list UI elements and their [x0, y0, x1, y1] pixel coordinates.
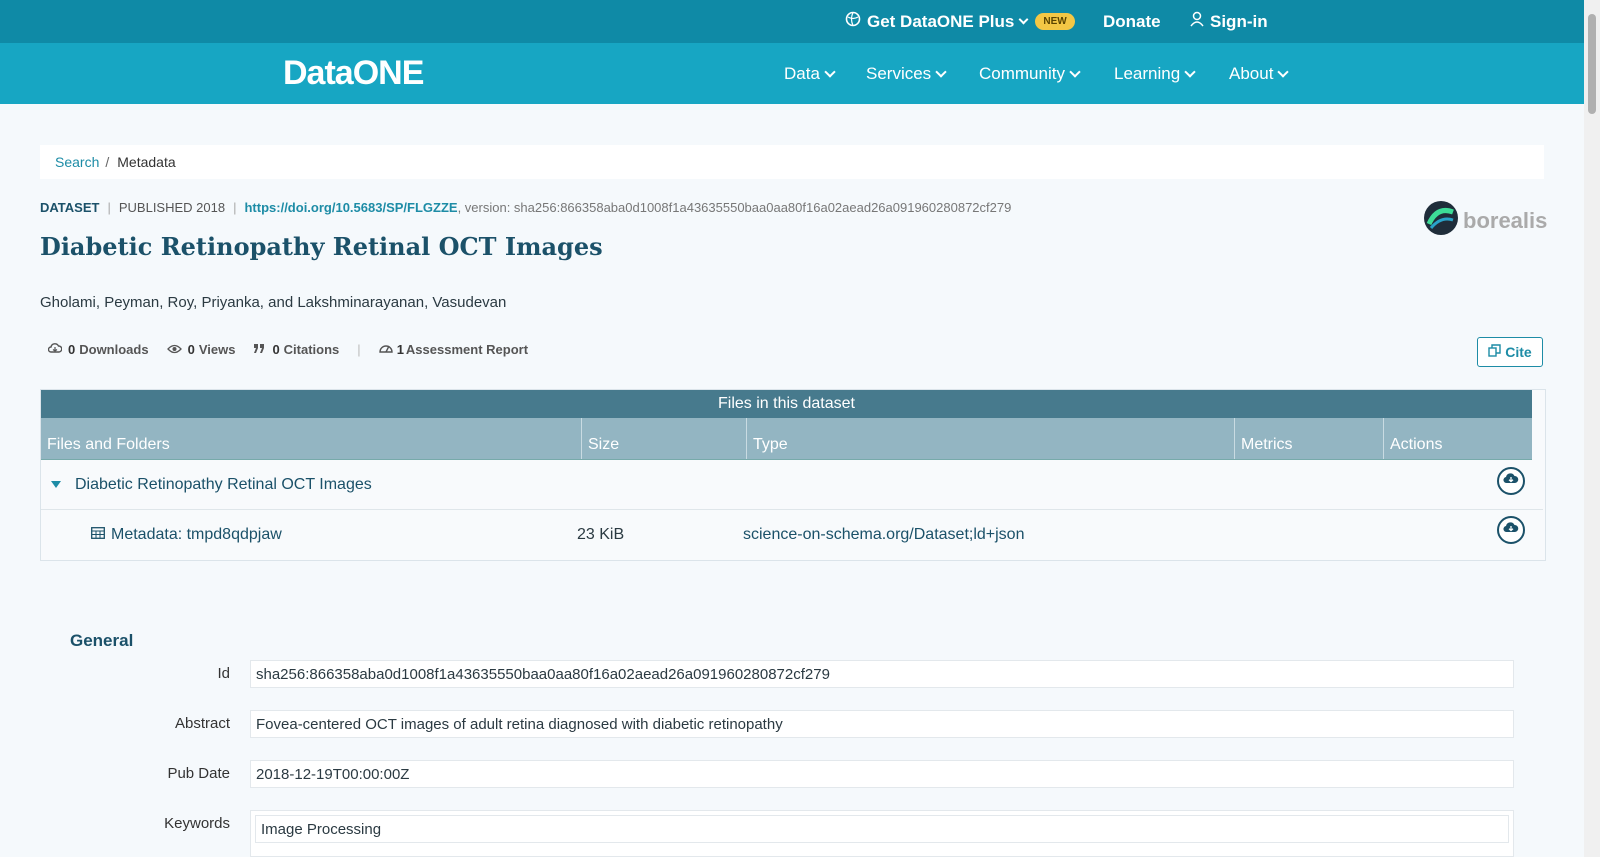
top-utility-bar: Get DataONE Plus NEW Donate Sign-in	[0, 0, 1584, 43]
general-section-heading: General	[70, 631, 134, 650]
citations-metric[interactable]: 0 Citations	[253, 342, 339, 357]
nav-community[interactable]: Community	[979, 43, 1081, 104]
citations-label: Citations	[283, 342, 340, 357]
citations-count: 0	[272, 342, 280, 357]
views-label: Views	[198, 342, 236, 357]
repository-logo-text: borealis	[1463, 208, 1548, 233]
nav-community-label: Community	[979, 63, 1065, 83]
doi-link[interactable]: https://doi.org/10.5683/SP/FLGZZE	[244, 200, 457, 215]
field-label-abstract: Abstract	[174, 715, 230, 732]
page-scrollbar[interactable]	[1584, 0, 1600, 857]
nav-about-label: About	[1229, 63, 1274, 83]
field-value-id: sha256:866358aba0d1008f1a43635550baa0aa8…	[250, 660, 1514, 688]
globe-plus-icon	[845, 11, 861, 32]
cloud-download-icon	[1503, 521, 1519, 539]
dataset-title: Diabetic Retinopathy Retinal OCT Images	[40, 232, 603, 261]
field-value-keywords: Image Processing	[250, 810, 1514, 857]
donate-link[interactable]: Donate	[1103, 0, 1161, 43]
dataone-logo[interactable]: DataONE	[283, 53, 424, 93]
main-navbar: DataONE Data Services Community Learning…	[0, 43, 1584, 104]
files-table-caption: Files in this dataset	[41, 390, 1532, 418]
copy-icon	[1488, 344, 1501, 360]
breadcrumb-search-link[interactable]: Search	[55, 154, 99, 170]
repository-logo[interactable]: borealis	[1423, 200, 1547, 242]
published-label: PUBLISHED 2018	[118, 200, 226, 215]
file-row[interactable]: Metadata: tmpd8qdpjaw 23 KiB science-on-…	[41, 510, 1543, 559]
file-size: 23 KiB	[577, 525, 625, 543]
views-metric[interactable]: 0 Views	[166, 342, 236, 357]
nav-learning-label: Learning	[1114, 63, 1181, 83]
dataset-metrics: 0 Downloads 0 Views 0 Citations | 1 Asse…	[47, 342, 546, 357]
version-text: , version: sha256:866358aba0d1008f1a4363…	[457, 200, 1012, 215]
views-count: 0	[187, 342, 195, 357]
field-label-pubdate: Pub Date	[167, 765, 230, 782]
download-folder-button[interactable]	[1497, 467, 1525, 495]
downloads-metric[interactable]: 0 Downloads	[47, 342, 149, 357]
downloads-count: 0	[68, 342, 76, 357]
gauge-icon	[378, 342, 393, 357]
chevron-down-icon	[1184, 65, 1196, 78]
file-type: science-on-schema.org/Dataset;ld+json	[743, 525, 1025, 543]
chevron-down-icon	[824, 65, 836, 78]
nav-data-label: Data	[784, 63, 820, 83]
column-header-type[interactable]: Type	[747, 418, 1235, 459]
chevron-down-icon	[935, 65, 947, 78]
download-file-button[interactable]	[1497, 516, 1525, 544]
nav-services-label: Services	[866, 63, 932, 83]
get-dataone-plus-label: Get DataONE Plus	[867, 11, 1015, 31]
sign-in-link[interactable]: Sign-in	[1190, 0, 1268, 43]
files-table: Files in this dataset Files and Folders …	[40, 389, 1546, 561]
field-label-id: Id	[217, 665, 230, 682]
eye-icon	[166, 342, 182, 357]
chevron-down-icon	[1018, 14, 1029, 25]
nav-data[interactable]: Data	[784, 43, 836, 104]
dataset-type-label: DATASET	[40, 200, 100, 215]
user-icon	[1190, 11, 1204, 32]
field-label-keywords: Keywords	[164, 815, 230, 832]
field-value-pubdate: 2018-12-19T00:00:00Z	[250, 760, 1514, 788]
folder-row[interactable]: Diabetic Retinopathy Retinal OCT Images	[41, 460, 1543, 510]
cite-button[interactable]: Cite	[1477, 337, 1543, 367]
files-table-header: Files and Folders Size Type Metrics Acti…	[41, 418, 1532, 460]
cite-label: Cite	[1505, 344, 1532, 360]
dataset-meta-line: DATASET | PUBLISHED 2018 | https://doi.o…	[40, 200, 1011, 215]
breadcrumb: Search / Metadata	[40, 145, 1544, 179]
metrics-divider: |	[357, 342, 361, 357]
meta-divider: |	[233, 200, 237, 215]
new-badge: NEW	[1035, 13, 1075, 30]
dataset-authors: Gholami, Peyman, Roy, Priyanka, and Laks…	[40, 294, 507, 311]
caret-down-icon[interactable]	[51, 476, 61, 494]
borealis-logo-icon	[1423, 200, 1459, 242]
assessment-label: Assessment Report	[405, 342, 529, 357]
meta-divider: |	[107, 200, 111, 215]
breadcrumb-current: Metadata	[117, 154, 176, 170]
sign-in-label: Sign-in	[1210, 11, 1268, 31]
field-value-abstract: Fovea-centered OCT images of adult retin…	[250, 710, 1514, 738]
nav-about[interactable]: About	[1229, 43, 1290, 104]
get-dataone-plus-menu[interactable]: Get DataONE Plus NEW	[845, 0, 1075, 43]
file-name[interactable]: Metadata: tmpd8qdpjaw	[111, 526, 577, 544]
column-header-size[interactable]: Size	[582, 418, 747, 459]
column-header-metrics[interactable]: Metrics	[1235, 418, 1384, 459]
cloud-download-icon	[47, 342, 63, 357]
nav-learning[interactable]: Learning	[1114, 43, 1196, 104]
assessment-count: 1	[396, 342, 404, 357]
folder-name[interactable]: Diabetic Retinopathy Retinal OCT Images	[75, 476, 372, 494]
nav-services[interactable]: Services	[866, 43, 947, 104]
chevron-down-icon	[1277, 65, 1290, 78]
logo-text: DataONE	[283, 53, 424, 92]
keyword-item: Image Processing	[255, 815, 1509, 843]
assessment-metric[interactable]: 1 Assessment Report	[378, 342, 529, 357]
cloud-download-icon	[1503, 472, 1519, 490]
downloads-label: Downloads	[79, 342, 149, 357]
scrollbar-thumb[interactable]	[1588, 14, 1596, 114]
breadcrumb-separator: /	[105, 154, 110, 170]
quote-icon	[253, 342, 266, 357]
column-header-files[interactable]: Files and Folders	[41, 418, 582, 459]
table-icon	[91, 526, 105, 544]
chevron-down-icon	[1069, 65, 1081, 78]
column-header-actions[interactable]: Actions	[1384, 418, 1532, 459]
